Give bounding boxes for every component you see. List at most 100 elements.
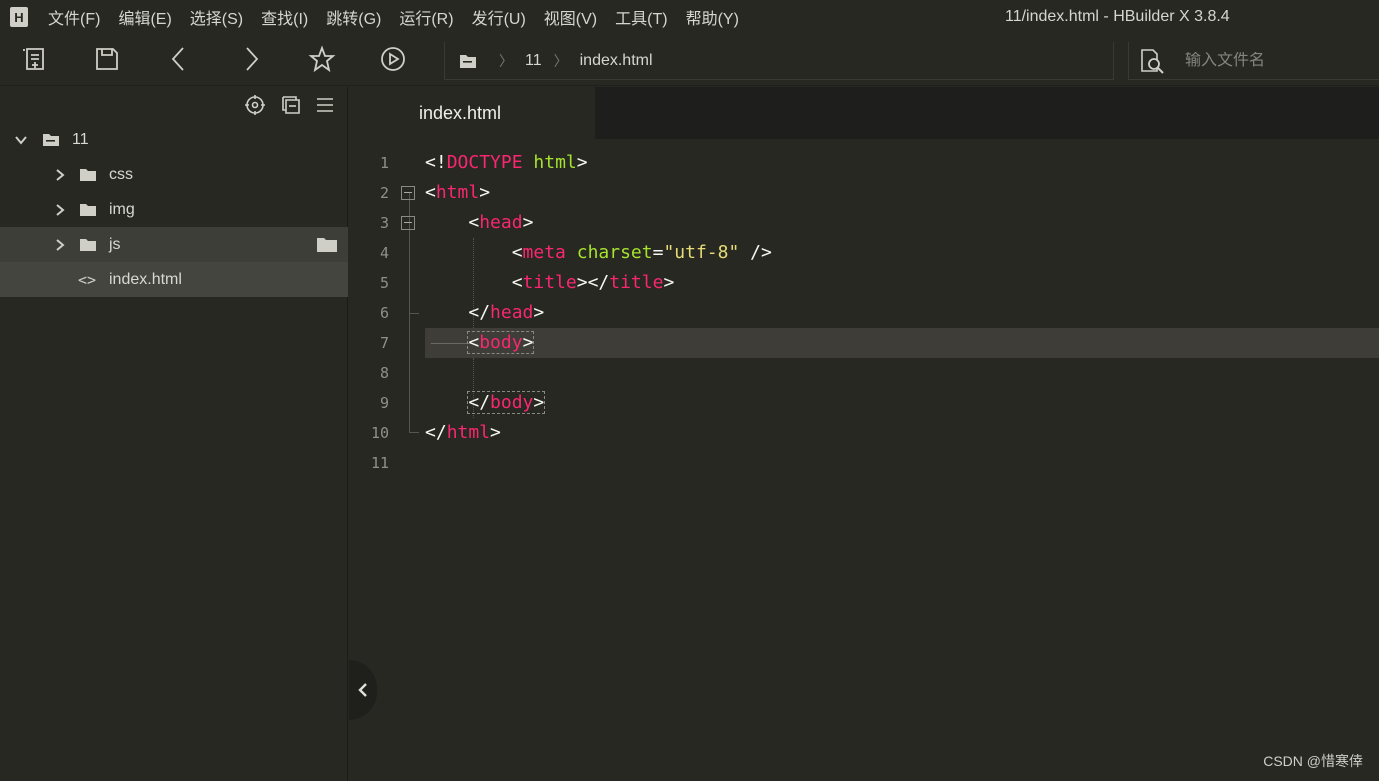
breadcrumb-project[interactable]: 11: [525, 52, 542, 70]
fold-toggle-icon[interactable]: [401, 186, 415, 200]
file-search-icon: [1141, 48, 1164, 74]
code-line: 11: [349, 448, 1379, 478]
file-search-input[interactable]: [1185, 51, 1365, 70]
new-file-button[interactable]: [20, 44, 50, 74]
line-number: 5: [379, 274, 389, 292]
line-content: </body>: [467, 391, 546, 414]
tree-item-js[interactable]: js: [0, 227, 348, 262]
watermark: CSDN @惜寒倖: [1263, 753, 1363, 769]
code-line-current: 7 <body>: [349, 328, 1379, 358]
open-folder-action-icon[interactable]: [316, 237, 338, 253]
menu-publish[interactable]: 发行(U): [472, 5, 526, 29]
line-content: <!DOCTYPE html>: [425, 152, 588, 173]
code-line: 2 <html>: [349, 178, 1379, 208]
breadcrumb: 〉 11 〉 index.html: [444, 42, 1114, 80]
chevron-right-icon: [53, 203, 67, 217]
chevron-right-icon: [53, 238, 67, 252]
line-content: <meta charset="utf-8" />: [511, 242, 772, 263]
line-content: <title></title>: [511, 272, 675, 293]
code-line: 5 <title></title>: [349, 268, 1379, 298]
tree-item-label: js: [109, 235, 121, 253]
line-number: 1: [379, 154, 389, 172]
folder-icon: [80, 169, 96, 181]
editor-tab-bar: index.html: [349, 87, 1379, 139]
fold-toggle-icon[interactable]: [401, 216, 415, 230]
code-line: 10 </html>: [349, 418, 1379, 448]
menu-edit[interactable]: 编辑(E): [118, 5, 171, 29]
chevron-down-icon: [14, 133, 28, 147]
menu-tools[interactable]: 工具(T): [615, 5, 667, 29]
collapse-all-icon: [282, 96, 300, 114]
line-number: 8: [379, 364, 389, 382]
tree-item-label: 11: [72, 130, 89, 148]
back-button[interactable]: [164, 44, 194, 74]
tree-item-img[interactable]: img: [0, 192, 348, 227]
star-icon: [308, 45, 336, 73]
save-button[interactable]: [92, 44, 122, 74]
menu-select[interactable]: 选择(S): [190, 5, 243, 29]
code-editor[interactable]: 1 <!DOCTYPE html> 2 <html> 3 <head> 4 <m…: [349, 148, 1379, 781]
window-title: 11/index.html - HBuilder X 3.8.4: [1005, 8, 1230, 25]
folder-icon: [80, 239, 96, 251]
forward-button[interactable]: [236, 44, 266, 74]
line-content: <body>: [467, 331, 535, 354]
code-line: 8: [349, 358, 1379, 388]
hbuilder-logo-icon: H: [10, 7, 28, 27]
code-line: 4 <meta charset="utf-8" />: [349, 238, 1379, 268]
line-content: <html>: [425, 182, 491, 203]
explorer-menu-button[interactable]: [314, 94, 336, 116]
tree-item-project[interactable]: 11: [0, 122, 348, 157]
menu-view[interactable]: 视图(V): [544, 5, 597, 29]
code-line: 9 </body>: [349, 388, 1379, 418]
menu-help[interactable]: 帮助(Y): [686, 5, 739, 29]
tab-index-html[interactable]: index.html: [349, 87, 595, 139]
line-number: 10: [370, 424, 389, 442]
play-circle-icon: [381, 47, 405, 71]
toolbar: 〉 11 〉 index.html: [0, 34, 1379, 86]
project-explorer: 11 css img js <> index.html: [0, 87, 348, 781]
code-line: 6 </head>: [349, 298, 1379, 328]
favorite-button[interactable]: [307, 44, 337, 74]
project-folder-icon: [460, 54, 476, 68]
line-number: 3: [379, 214, 389, 232]
menu-file[interactable]: 文件(F): [48, 5, 100, 29]
run-button[interactable]: [378, 44, 408, 74]
locate-file-button[interactable]: [244, 94, 266, 116]
menu-bar: H 文件(F) 编辑(E) 选择(S) 查找(I) 跳转(G) 运行(R) 发行…: [0, 0, 1379, 34]
chevron-right-icon: [246, 47, 259, 71]
chevron-left-icon: [171, 47, 184, 71]
file-search-box: [1128, 42, 1379, 80]
line-content: </html>: [425, 422, 501, 443]
line-content: </head>: [468, 302, 545, 323]
tree-item-label: css: [109, 165, 133, 183]
line-number: 6: [379, 304, 389, 322]
editor-pane: index.html 1 <!DOCTYPE html> 2 <html> 3 …: [349, 87, 1379, 781]
hamburger-menu-icon: [317, 98, 333, 112]
project-folder-icon: [43, 134, 59, 146]
html-file-icon: <>: [78, 270, 97, 289]
chevron-right-icon: [53, 168, 67, 182]
collapse-all-button[interactable]: [280, 94, 302, 116]
menu-find[interactable]: 查找(I): [261, 5, 308, 29]
line-number: 7: [379, 334, 389, 352]
line-number: 4: [379, 244, 389, 262]
tree-item-label: index.html: [109, 270, 182, 288]
breadcrumb-separator-icon: 〉: [553, 52, 568, 69]
save-icon: [96, 48, 118, 70]
folder-icon: [80, 204, 96, 216]
menu-goto[interactable]: 跳转(G): [326, 5, 381, 29]
line-content: <head>: [468, 212, 534, 233]
line-number: 2: [379, 184, 389, 202]
menu-run[interactable]: 运行(R): [399, 5, 453, 29]
tree-item-label: img: [109, 200, 135, 218]
new-file-icon: [23, 48, 44, 70]
tab-label: index.html: [419, 102, 502, 123]
code-line: 1 <!DOCTYPE html>: [349, 148, 1379, 178]
code-line: 3 <head>: [349, 208, 1379, 238]
breadcrumb-file[interactable]: index.html: [580, 52, 653, 70]
crosshair-icon: [245, 95, 265, 115]
explorer-toolbar: [0, 87, 347, 123]
tree-item-css[interactable]: css: [0, 157, 348, 192]
line-number: 9: [379, 394, 389, 412]
tree-item-index-html[interactable]: <> index.html: [0, 262, 348, 297]
